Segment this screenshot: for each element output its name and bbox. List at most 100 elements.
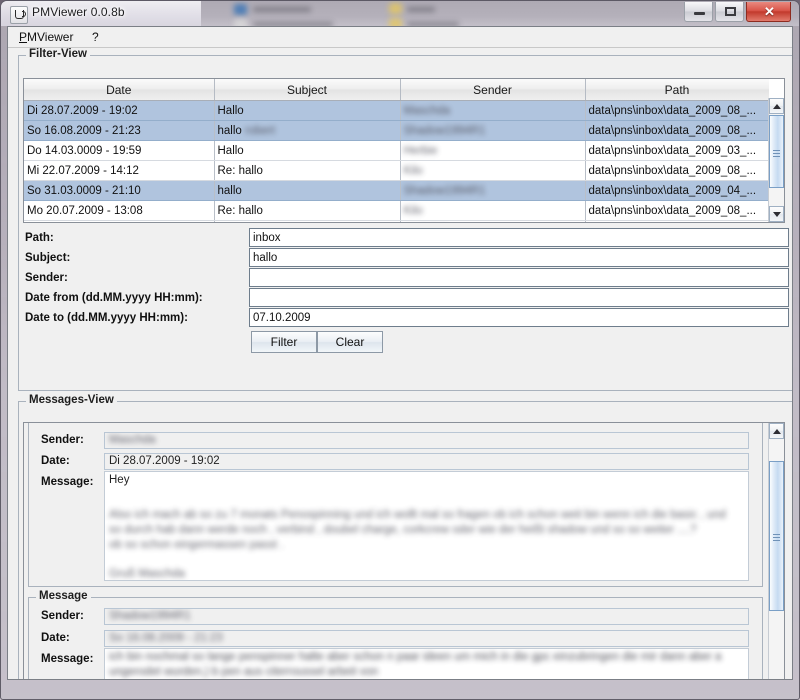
subject-label: Subject: — [25, 252, 71, 264]
cell-sender: Herbie — [400, 140, 586, 161]
cell-path: data\pns\inbox\data_2009_03_... — [585, 220, 769, 222]
path-input[interactable] — [249, 228, 789, 247]
sender-value-text: Maschda — [109, 434, 156, 446]
cell-path: data\pns\inbox\data_2009_03_... — [585, 140, 769, 161]
cell-sender-redacted: Herbie — [403, 144, 438, 157]
table-row[interactable]: Mi 22.07.2009 - 14:12 Re: hallo Kilo data\p… — [24, 160, 769, 181]
column-header-path[interactable]: Path — [585, 79, 769, 101]
messages-view-title: Messages-View — [26, 394, 117, 406]
cell-date: Mi 22.07.2009 - 14:12 — [24, 160, 215, 181]
table-row[interactable]: Mo 20.07.2009 - 13:08 Re: hallo Kilo data\p… — [24, 200, 769, 221]
messages-list-viewport: Sender: Maschda Date: Di 28.07.2009 - 19… — [24, 423, 769, 679]
cell-path: data\pns\inbox\data_2009_04_... — [585, 180, 769, 201]
cell-path: data\pns\inbox\data_2009_08_... — [585, 160, 769, 181]
cell-date: Do 14.03.0009 - 19:59 — [24, 140, 215, 161]
date-to-input[interactable] — [249, 308, 789, 327]
message-label: Message: — [41, 476, 94, 488]
close-button[interactable]: ✕ — [746, 2, 791, 22]
message-body-line: Gruß Maschda — [109, 568, 186, 580]
filter-results-table-viewport: Date Subject Sender Path Di 28.07.2009 -… — [24, 79, 769, 222]
cell-subject: Re: hallo — [214, 160, 401, 181]
date-value-text: So 16.08.2009 - 21:23 — [109, 632, 223, 644]
filter-button[interactable]: Filter — [251, 331, 317, 353]
cell-subject: erst na hallo^^ — [214, 220, 401, 222]
grip-line — [773, 150, 780, 151]
chevron-up-icon — [773, 429, 781, 434]
scrollbar-up-button[interactable] — [769, 423, 784, 439]
message-card: Sender: Maschda Date: Di 28.07.2009 - 19… — [28, 423, 763, 587]
cell-subject: Hallo — [214, 140, 401, 161]
maximize-button[interactable] — [715, 2, 744, 22]
message-body[interactable]: ich bin nochmal so lange penspinner halt… — [104, 648, 749, 679]
minimize-button[interactable] — [684, 2, 713, 22]
table-body: Di 28.07.2009 - 19:02 Hallo Maschda data\pn… — [24, 100, 769, 222]
cell-sender: Shadow1994R1 — [400, 120, 586, 141]
menu-item-pmviewer[interactable]: PMViewer — [14, 29, 78, 45]
filter-results-table[interactable]: Date Subject Sender Path Di 28.07.2009 -… — [24, 79, 769, 222]
clear-button[interactable]: Clear — [317, 331, 383, 353]
sender-label: Sender: — [25, 272, 68, 284]
filter-view-title: Filter-View — [26, 48, 90, 60]
menu-item-help[interactable]: ? — [87, 29, 104, 45]
message-label: Message: — [41, 653, 94, 665]
messages-vertical-scrollbar[interactable] — [768, 423, 784, 679]
menu-bar: PMViewer ? — [8, 27, 792, 48]
table-row[interactable]: Mi 13.03.0009 - 20:06erst na hallo^^HARI… — [24, 220, 769, 222]
minimize-icon — [694, 12, 705, 15]
cell-sender-redacted: Shadow1994R1 — [403, 184, 486, 197]
scrollbar-thumb[interactable] — [769, 461, 784, 611]
date-to-label: Date to (dd.MM.yyyy HH:mm): — [25, 312, 188, 324]
menu-item-pmviewer-label: MViewer — [27, 30, 74, 44]
window-client-area: PMViewer ? Filter-View Date Subject Send… — [7, 26, 793, 680]
grip-line — [773, 156, 780, 157]
sender-input[interactable] — [249, 268, 789, 287]
messages-list-container: Sender: Maschda Date: Di 28.07.2009 - 19… — [23, 422, 785, 679]
date-label: Date: — [41, 632, 70, 644]
table-row[interactable]: Di 28.07.2009 - 19:02 Hallo Maschda data\pn… — [24, 100, 769, 121]
cell-sender-redacted: Maschda — [403, 104, 451, 117]
scrollbar-up-button[interactable] — [769, 98, 784, 114]
message-card: Message Sender: Shadow1994R1 Date: So 16… — [28, 590, 763, 679]
cell-sender: Kilo — [400, 160, 586, 181]
window-title: PMViewer 0.0.8b — [32, 5, 125, 19]
table-header-row: Date Subject Sender Path — [24, 79, 769, 101]
column-header-subject[interactable]: Subject — [214, 79, 401, 101]
cell-subject: Re: hallo — [214, 200, 401, 221]
message-body-line: Also ich mach ab so zu 7 monats Penospin… — [109, 509, 726, 521]
cell-sender-redacted: Kilo — [403, 204, 423, 217]
cell-date: So 16.08.2009 - 21:23 — [24, 120, 215, 141]
message-body-line: so durch hab dann werde noch , verbind ,… — [109, 524, 697, 536]
scrollbar-thumb[interactable] — [769, 115, 784, 188]
cell-sender: Shadow1994R1 — [400, 180, 586, 201]
column-header-date[interactable]: Date — [24, 79, 215, 101]
window-title-bar[interactable]: PMViewer 0.0.8b ✕ — [1, 1, 799, 26]
path-label: Path: — [25, 232, 54, 244]
table-row[interactable]: So 16.08.2009 - 21:23 hallo robert Shadow1… — [24, 120, 769, 141]
message-body-line: ungerodet wurden,) b pen aus citerrousse… — [109, 666, 379, 678]
filter-view-panel: Filter-View Date Subject Sender Path Di … — [18, 48, 792, 391]
table-row[interactable]: Do 14.03.0009 - 19:59 Hallo Herbie data\pns… — [24, 140, 769, 161]
cell-subject: hallo — [214, 180, 401, 201]
chevron-up-icon — [773, 104, 781, 109]
chevron-down-icon — [773, 212, 781, 217]
grip-line — [773, 537, 780, 538]
scrollbar-down-button[interactable] — [769, 206, 784, 222]
filter-results-table-container: Date Subject Sender Path Di 28.07.2009 -… — [23, 78, 785, 223]
table-vertical-scrollbar[interactable] — [768, 98, 784, 222]
subject-input[interactable] — [249, 248, 789, 267]
column-header-sender[interactable]: Sender — [400, 79, 586, 101]
cell-sender-redacted: Shadow1994R1 — [403, 124, 486, 137]
java-coffee-cup-icon — [10, 6, 28, 24]
table-row[interactable]: So 31.03.0009 - 21:10 hallo Shadow1994R1 da… — [24, 180, 769, 201]
cell-sender: Maschda — [400, 100, 586, 121]
sender-value: Shadow1994R1 — [104, 608, 749, 625]
grip-line — [773, 540, 780, 541]
cell-path: data\pns\inbox\data_2009_08_... — [585, 100, 769, 121]
cell-date: Di 28.07.2009 - 19:02 — [24, 100, 215, 121]
message-body[interactable]: Hey Also ich mach ab so zu 7 monats Peno… — [104, 471, 749, 581]
message-body-first-line: Hey — [109, 474, 130, 486]
date-value: So 16.08.2009 - 21:23 — [104, 630, 749, 647]
date-from-input[interactable] — [249, 288, 789, 307]
messages-view-panel: Messages-View Sender: Maschda Date: Di 2… — [18, 394, 792, 679]
cell-path: data\pns\inbox\data_2009_08_... — [585, 200, 769, 221]
